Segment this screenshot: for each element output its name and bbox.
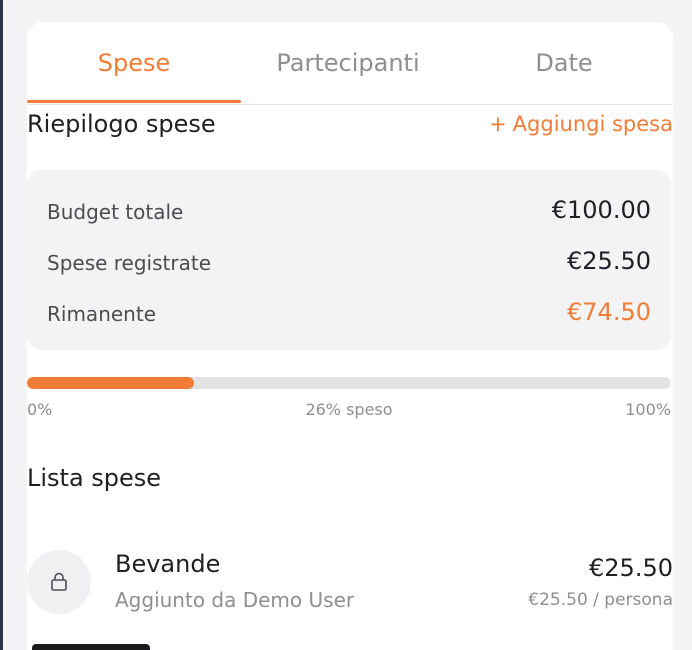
bottom-bar-fragment xyxy=(32,644,150,650)
expense-icon-badge xyxy=(27,550,91,614)
add-expense-button[interactable]: + Aggiungi spesa xyxy=(489,112,673,136)
expense-name: Bevande xyxy=(115,550,221,578)
budget-summary: Budget totale €100.00 Spese registrate €… xyxy=(27,170,671,350)
active-tab-indicator xyxy=(27,100,241,103)
tab-date[interactable]: Date xyxy=(455,46,673,80)
expense-per-person: €25.50 / persona xyxy=(528,590,673,610)
remaining-row: Rimanente €74.50 xyxy=(47,298,651,330)
remaining-label: Rimanente xyxy=(47,302,156,326)
expense-amount: €25.50 xyxy=(589,554,673,582)
recorded-expenses-label: Spese registrate xyxy=(47,251,212,275)
budget-progress-bar xyxy=(27,377,671,389)
budget-total-label: Budget totale xyxy=(47,200,184,224)
plus-icon: + xyxy=(489,112,507,136)
summary-title: Riepilogo spese xyxy=(27,110,216,138)
expense-added-by: Aggiunto da Demo User xyxy=(115,588,355,612)
bag-icon xyxy=(51,572,67,591)
add-expense-label: Aggiungi spesa xyxy=(512,112,673,136)
tab-partecipanti[interactable]: Partecipanti xyxy=(241,46,455,80)
budget-total-row: Budget totale €100.00 xyxy=(47,196,651,228)
recorded-expenses-value: €25.50 xyxy=(567,247,651,275)
expenses-card: Spese Partecipanti Date Riepilogo spese … xyxy=(27,22,673,650)
expense-list-title: Lista spese xyxy=(27,464,162,492)
tab-spese[interactable]: Spese xyxy=(27,46,241,80)
tab-bar: Spese Partecipanti Date xyxy=(27,22,673,105)
remaining-value: €74.50 xyxy=(567,298,651,326)
progress-labels: 0% 26% speso 100% xyxy=(27,400,671,420)
progress-spent-label: 26% speso xyxy=(305,400,393,419)
progress-end-label: 100% xyxy=(625,400,671,419)
budget-total-value: €100.00 xyxy=(551,196,651,224)
budget-progress-fill xyxy=(27,377,195,389)
recorded-expenses-row: Spese registrate €25.50 xyxy=(47,247,651,279)
app-screen: Spese Partecipanti Date Riepilogo spese … xyxy=(3,0,692,650)
